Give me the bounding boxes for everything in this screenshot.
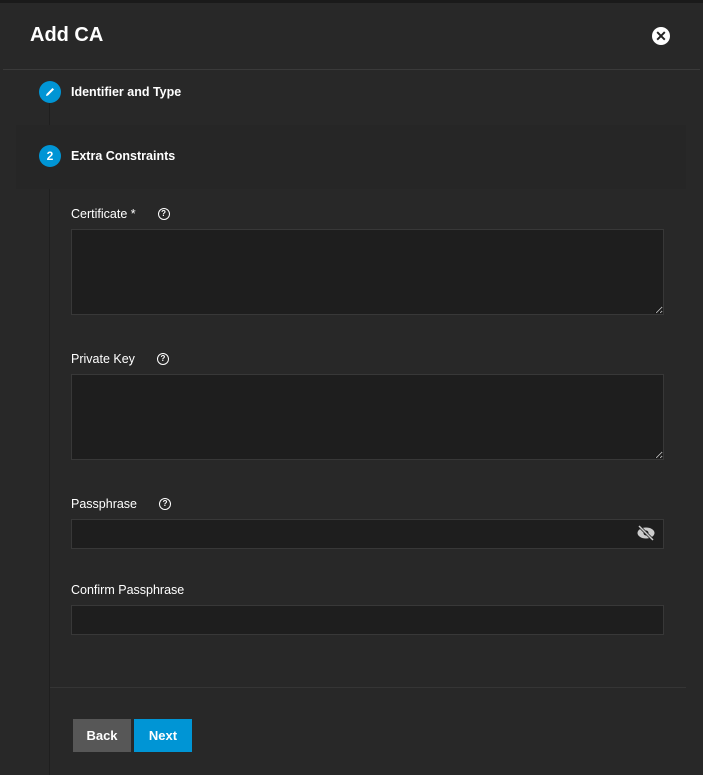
back-button[interactable]: Back xyxy=(73,719,131,752)
passphrase-input[interactable] xyxy=(71,519,664,549)
help-icon[interactable]: ? xyxy=(159,498,172,510)
certificate-label-text: Certificate * xyxy=(71,207,136,221)
private-key-textarea[interactable] xyxy=(71,374,664,460)
divider xyxy=(3,69,700,70)
passphrase-label: Passphrase? xyxy=(71,497,172,511)
passphrase-label-text: Passphrase xyxy=(71,497,138,511)
step-identifier-and-type[interactable]: Identifier and Type xyxy=(39,81,181,103)
step-number: 2 xyxy=(39,145,61,167)
step-extra-constraints[interactable]: 2 Extra Constraints xyxy=(39,145,175,167)
step-label: Identifier and Type xyxy=(71,85,182,99)
dialog-title: Add CA xyxy=(30,24,104,46)
certificate-textarea[interactable] xyxy=(71,229,664,315)
confirm-passphrase-input[interactable] xyxy=(71,605,664,635)
close-icon[interactable]: ✕ xyxy=(652,27,670,45)
top-bar xyxy=(0,0,703,3)
eye-off-icon[interactable] xyxy=(636,524,656,542)
step-label: Extra Constraints xyxy=(71,149,176,163)
help-icon[interactable]: ? xyxy=(156,353,169,365)
stepper-line xyxy=(49,103,50,775)
footer-divider xyxy=(50,687,686,688)
help-icon[interactable]: ? xyxy=(157,208,170,220)
private-key-label-text: Private Key xyxy=(71,352,135,366)
pencil-icon xyxy=(39,81,61,103)
confirm-passphrase-label: Confirm Passphrase xyxy=(71,583,185,597)
certificate-label: Certificate *? xyxy=(71,207,170,221)
next-button[interactable]: Next xyxy=(134,719,192,752)
private-key-label: Private Key? xyxy=(71,352,169,366)
